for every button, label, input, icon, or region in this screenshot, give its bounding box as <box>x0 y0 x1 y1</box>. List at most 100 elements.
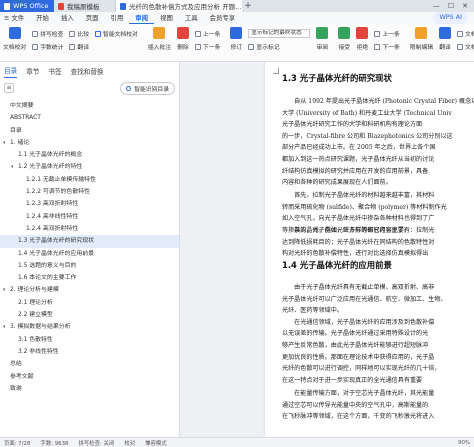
arrow-up-icon <box>195 30 202 37</box>
close-window-button[interactable]: ✕ <box>462 2 468 10</box>
toc-item[interactable]: ▾ 1. 绪论 <box>0 137 179 149</box>
toc-item[interactable]: 1.2.4 高非线性特性 <box>0 211 179 223</box>
minimize-button[interactable]: — <box>433 2 440 10</box>
prev-change-button[interactable]: 上一条 <box>374 29 400 38</box>
review-pane-button[interactable]: 审阅 <box>313 27 331 51</box>
proofread-status[interactable]: 校对 <box>124 439 135 447</box>
collapse-all-icon[interactable]: ≡ <box>4 83 14 93</box>
menu-member[interactable]: 会员专享 <box>204 12 242 24</box>
page-indicator[interactable]: 页面: 7/28 <box>4 439 30 447</box>
toc-item[interactable]: 3.1 色散特性 <box>0 334 179 346</box>
compat-mode-status: 兼容模式 <box>145 440 167 447</box>
document-page[interactable]: 1.3 光子晶体光纤的研究现状 自从 1992 年提出光子晶体光纤 (Photo… <box>265 62 474 437</box>
accept-button[interactable]: 接受 <box>335 27 353 51</box>
menu-page[interactable]: 页面 <box>80 12 105 24</box>
smart-toc-button[interactable]: 智能识别目录 <box>120 81 175 95</box>
show-markup-button[interactable]: 显示标记 <box>248 42 310 51</box>
toc-item[interactable]: ▾ 2. 理论分析与建模 <box>0 284 179 296</box>
arrow-up-icon <box>374 30 381 37</box>
menu-insert[interactable]: 插入 <box>55 12 80 24</box>
toc-item[interactable]: 致谢 <box>0 383 179 395</box>
wps-ai-button[interactable]: WPS AI <box>433 12 468 24</box>
toc-item[interactable]: 1.6 本论文的主要工作 <box>0 272 179 284</box>
toc-item[interactable]: 总结 <box>0 358 179 370</box>
new-tab-icon[interactable]: + <box>242 1 254 11</box>
translate-button[interactable]: 翻译 <box>69 42 89 51</box>
toc-item[interactable]: 1.2.2 可调节的色散特性 <box>0 186 179 198</box>
tab-current-doc[interactable]: 光纤的色散补偿方式及应用分析 开题... ✕ <box>116 0 242 12</box>
zoom-level[interactable]: 90% <box>458 440 470 446</box>
tab-chapters[interactable]: 章节 <box>26 64 39 78</box>
next-comment-button[interactable]: 下一条 <box>195 42 220 51</box>
expand-arrow-icon[interactable]: ▾ <box>3 284 6 296</box>
menu-view[interactable]: 视图 <box>154 12 179 24</box>
tab-toc[interactable]: 目录 <box>4 63 18 78</box>
text-line: 由于光子晶体光纤具有无截止单模、高双折射、高非 <box>282 284 435 291</box>
toc-item[interactable]: 1.2.1 无截止单模传输特性 <box>0 174 179 186</box>
button-label: 字数统计 <box>40 45 64 51</box>
text-line: 光子晶体光纤可以广泛应用在光通信、航空、微加工、生物、 <box>282 295 447 303</box>
smart-proofread-button[interactable]: 智能文档校对 <box>95 29 138 38</box>
toc-item[interactable]: ▾ 3. 模拟数据与结果分析 <box>0 321 179 333</box>
spell-check-button[interactable]: 拼写检查 <box>32 29 63 38</box>
spell-check-status[interactable]: 拼写检查: 关闭 <box>78 439 114 447</box>
doc-auth-button[interactable]: 文档认证 <box>457 42 474 51</box>
menu-home[interactable]: 开始 <box>30 12 55 24</box>
proofread-icon <box>95 30 102 37</box>
delete-comment-button[interactable]: 删除 <box>174 27 192 51</box>
expand-arrow-icon[interactable]: ▾ <box>3 321 6 333</box>
toc-item[interactable]: 中文摘要 <box>0 100 179 112</box>
section-heading-1-3: 1.3 光子晶体光纤的研究现状 <box>282 73 392 83</box>
insert-comment-button[interactable]: 插入批注 <box>145 27 174 51</box>
reject-button[interactable]: 拒绝 <box>353 27 371 51</box>
tab-template[interactable]: 我稿原模板 <box>54 0 116 12</box>
word-count-status[interactable]: 字数: 9638 <box>40 439 68 447</box>
tab-find-replace[interactable]: 查找和替换 <box>71 64 104 78</box>
menu-tools[interactable]: 工具 <box>179 12 204 24</box>
toc-item[interactable]: 1.4 光子晶体光纤的应用前景 <box>0 248 179 260</box>
toc-item[interactable]: 2.1 理论分析 <box>0 297 179 309</box>
toc-item[interactable]: ABSTRACT <box>0 112 179 124</box>
maximize-button[interactable]: ☐ <box>448 2 454 10</box>
toc-item-label: 1.2 光子晶体光纤的特性 <box>18 164 83 171</box>
doc-permission-button[interactable]: 文档权限 <box>457 29 474 38</box>
toc-item-label: 致谢 <box>10 385 22 392</box>
menu-references[interactable]: 引用 <box>105 12 130 24</box>
toc-item[interactable]: ▾ 1.2 光子晶体光纤的特性 <box>0 161 179 173</box>
toc-item[interactable]: 1.1 光子晶体光纤的概念 <box>0 149 179 161</box>
check-stack: 拼写检查 字数统计 <box>29 27 66 53</box>
translate-ribbon-button[interactable]: 翻译 <box>436 27 454 51</box>
tab-bookmarks[interactable]: 书签 <box>48 64 61 78</box>
toc-item[interactable]: 目录 <box>0 125 179 137</box>
translate-icon <box>69 43 76 50</box>
expand-arrow-icon[interactable]: ▾ <box>11 161 14 173</box>
wps-window: WPS Office 我稿原模板 光纤的色散补偿方式及应用分析 开题... ✕ … <box>0 0 474 447</box>
next-change-button[interactable]: 下一条 <box>374 42 400 51</box>
toc-item-label: 1.2.4 高双折射特性 <box>26 225 79 232</box>
toc-item[interactable]: 2.2 建立模型 <box>0 309 179 321</box>
word-count-button[interactable]: 字数统计 <box>32 42 63 51</box>
toc-item[interactable]: 1.2.3 高双折射特性 <box>0 198 179 210</box>
doc-check-button[interactable]: 文档校对 <box>0 27 29 51</box>
prev-comment-button[interactable]: 上一条 <box>195 29 220 38</box>
document-icon <box>58 2 64 10</box>
toc-item[interactable]: 1.5 选题的意义与目的 <box>0 260 179 272</box>
toc-item[interactable]: 参考文献 <box>0 371 179 383</box>
button-label: 拒绝 <box>356 45 369 51</box>
tab-wps-home[interactable]: WPS Office <box>0 0 54 12</box>
certificate-icon <box>457 43 464 50</box>
menu-file[interactable]: ≡ 文件 <box>0 12 30 24</box>
document-icon <box>120 2 126 10</box>
toc-item[interactable]: 1.3 光子晶体光纤的研究现状 <box>0 235 179 248</box>
permission-icon <box>457 30 464 37</box>
markup-mode-select[interactable]: 显示标记的最终状态 <box>248 29 311 38</box>
toc-item[interactable]: 1.2.4 高双折射特性 <box>0 223 179 235</box>
restrict-edit-button[interactable]: 限制编辑 <box>407 27 436 51</box>
toc-item[interactable]: 3.2 非线性特性 <box>0 346 179 358</box>
compare-button[interactable]: 比较 <box>69 29 89 38</box>
menu-review[interactable]: 审阅 <box>129 12 155 24</box>
track-changes-button[interactable]: 修订 <box>227 27 245 51</box>
document-canvas[interactable]: 1.3 光子晶体光纤的研究现状 自从 1992 年提出光子晶体光纤 (Photo… <box>181 62 474 437</box>
expand-arrow-icon[interactable]: ▾ <box>3 137 6 149</box>
toc-item-label: 1.6 本论文的主要工作 <box>18 275 77 282</box>
